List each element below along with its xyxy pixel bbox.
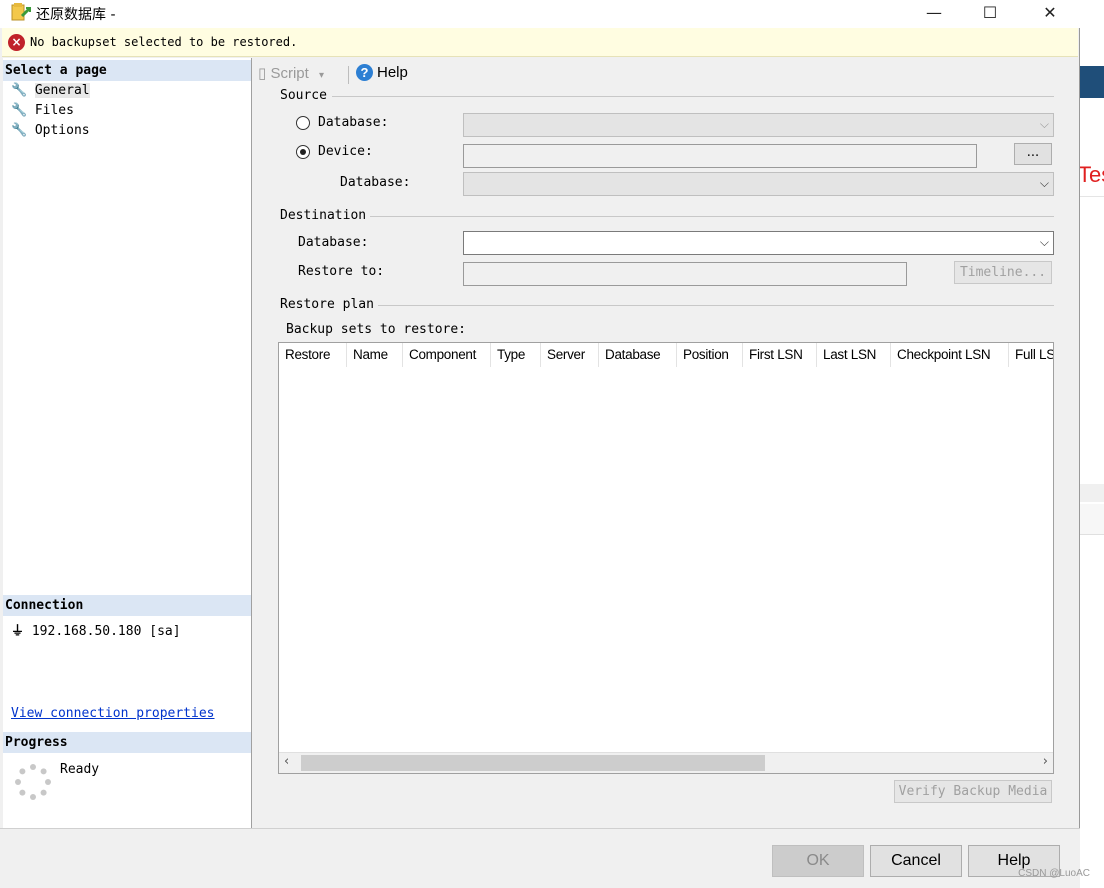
progress-header: Progress: [3, 732, 251, 753]
destination-database-label: Database:: [298, 235, 369, 250]
connection-info: ⏚ 192.168.50.180 [sa]: [11, 620, 181, 639]
column-header-checkpoint-lsn[interactable]: Checkpoint LSN: [891, 343, 1009, 367]
column-header-type[interactable]: Type: [491, 343, 541, 367]
column-header-database[interactable]: Database: [599, 343, 677, 367]
restore-plan-divider: [378, 305, 1054, 306]
help-icon: ?: [356, 64, 373, 81]
error-icon: ×: [8, 34, 25, 51]
background-panel-2: [1080, 504, 1104, 535]
error-message: No backupset selected to be restored.: [30, 35, 298, 49]
source-device-label: Device:: [318, 144, 373, 159]
background-header-bar: [1080, 66, 1104, 98]
background-window: Tes: [1080, 0, 1104, 887]
watermark: CSDN @LuoAC: [1018, 868, 1090, 879]
help-toolbar-button[interactable]: ? Help: [356, 64, 408, 81]
source-group-header: Source: [280, 88, 327, 103]
column-header-first-lsn[interactable]: First LSN: [743, 343, 817, 367]
source-device-radio[interactable]: [296, 145, 310, 159]
chevron-down-icon: ⌵: [1039, 235, 1049, 249]
progress-status: Ready: [60, 762, 100, 777]
page-item-general[interactable]: 🔧 General: [11, 82, 90, 100]
script-icon: ▯: [258, 65, 267, 82]
cancel-button[interactable]: Cancel: [870, 845, 962, 877]
dialog-button-bar: OK Cancel Help: [0, 828, 1080, 888]
destination-database-combo[interactable]: ⌵: [463, 231, 1054, 255]
general-page-content: ▯ Script ▾ ? Help Source Database: ⌵ Devi…: [252, 58, 1078, 828]
restore-to-label: Restore to:: [298, 264, 385, 279]
chevron-down-icon: ⌵: [1039, 117, 1049, 131]
destination-group-header: Destination: [280, 208, 367, 223]
restore-database-dialog: 还原数据库 - — ☐ ✕ × No backupset selected to…: [0, 0, 1080, 888]
connection-plug-icon: ⏚: [11, 624, 25, 639]
backup-sets-grid[interactable]: Restore Name Component Type Server Datab…: [278, 342, 1054, 774]
connection-value: 192.168.50.180 [sa]: [31, 624, 181, 639]
column-header-full-lsn[interactable]: Full LS: [1009, 343, 1053, 367]
column-header-position[interactable]: Position: [677, 343, 743, 367]
wrench-icon: 🔧: [11, 123, 28, 138]
source-database-label: Database:: [318, 115, 389, 130]
timeline-button[interactable]: Timeline...: [954, 261, 1052, 284]
scroll-right-icon[interactable]: ›: [1043, 754, 1048, 769]
browse-device-button[interactable]: ...: [1014, 143, 1052, 165]
background-panel: [1080, 484, 1104, 502]
ok-button[interactable]: OK: [772, 845, 864, 877]
script-button[interactable]: ▯ Script ▾: [258, 64, 324, 82]
page-item-label: General: [34, 83, 90, 98]
chevron-down-icon: ▾: [318, 70, 324, 81]
window-title: 还原数据库 -: [36, 7, 116, 23]
source-database-combo[interactable]: ⌵: [463, 113, 1054, 137]
help-label: Help: [377, 64, 408, 81]
restore-to-field[interactable]: [463, 262, 907, 286]
column-header-restore[interactable]: Restore: [279, 343, 347, 367]
script-label: Script: [270, 65, 309, 82]
connection-header: Connection: [3, 595, 251, 616]
close-button[interactable]: ✕: [1022, 0, 1078, 28]
progress-spinner-icon: [15, 764, 51, 800]
destination-divider: [370, 216, 1054, 217]
page-item-label: Files: [34, 103, 74, 118]
background-divider: [1080, 196, 1104, 221]
column-header-last-lsn[interactable]: Last LSN: [817, 343, 891, 367]
select-page-header: Select a page: [3, 60, 251, 81]
scroll-left-icon[interactable]: ‹: [284, 754, 289, 769]
chevron-down-icon: ⌵: [1039, 176, 1049, 190]
column-header-name[interactable]: Name: [347, 343, 403, 367]
device-database-combo[interactable]: ⌵: [463, 172, 1054, 196]
left-navigation-pane: Select a page 🔧 General 🔧 Files 🔧 Option…: [3, 58, 252, 828]
minimize-button[interactable]: —: [906, 0, 962, 28]
page-item-label: Options: [34, 123, 90, 138]
page-item-files[interactable]: 🔧 Files: [11, 102, 74, 120]
restore-plan-header: Restore plan: [280, 297, 374, 312]
source-divider: [332, 96, 1054, 97]
column-header-component[interactable]: Component: [403, 343, 491, 367]
title-bar[interactable]: 还原数据库 - — ☐ ✕: [0, 0, 1080, 28]
error-message-bar: × No backupset selected to be restored.: [2, 28, 1078, 57]
view-connection-properties-link[interactable]: View connection properties: [11, 706, 215, 721]
database-restore-icon: [11, 3, 32, 21]
toolbar-separator: [348, 66, 349, 84]
page-item-options[interactable]: 🔧 Options: [11, 122, 90, 140]
backup-sets-label: Backup sets to restore:: [286, 322, 467, 337]
horizontal-scrollbar[interactable]: ‹ ›: [279, 752, 1053, 773]
wrench-icon: 🔧: [11, 103, 28, 118]
verify-backup-media-button[interactable]: Verify Backup Media: [894, 780, 1052, 803]
device-path-field[interactable]: [463, 144, 977, 168]
source-database-radio[interactable]: [296, 116, 310, 130]
device-database-label: Database:: [340, 175, 411, 190]
background-partial-text: Tes: [1080, 162, 1104, 187]
maximize-button[interactable]: ☐: [962, 0, 1018, 28]
column-header-server[interactable]: Server: [541, 343, 599, 367]
scrollbar-thumb[interactable]: [301, 755, 765, 771]
wrench-icon: 🔧: [11, 83, 28, 98]
